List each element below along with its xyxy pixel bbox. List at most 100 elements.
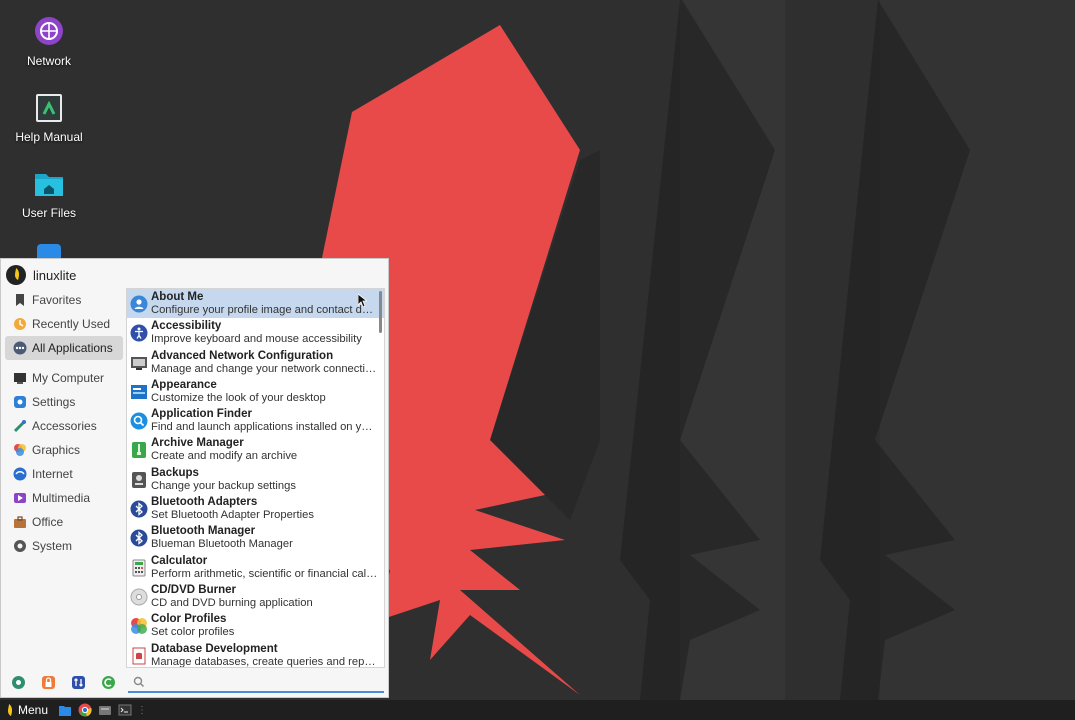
desktop-icon-network[interactable]: Network bbox=[8, 16, 90, 68]
app-item-application-finder[interactable]: Application Finder Find and launch appli… bbox=[127, 406, 384, 435]
color-profile-icon bbox=[131, 618, 147, 635]
book-icon bbox=[36, 94, 62, 122]
terminal-icon[interactable] bbox=[118, 703, 132, 717]
category-label: Graphics bbox=[32, 443, 81, 457]
app-item-calculator[interactable]: Calculator Perform arithmetic, scientifi… bbox=[127, 553, 384, 582]
app-description: Create and modify an archive bbox=[151, 450, 298, 463]
app-name: Calculator bbox=[151, 554, 208, 567]
desktop-icon-label: User Files bbox=[21, 206, 76, 220]
app-name: Backups bbox=[151, 466, 199, 479]
settings-icon[interactable] bbox=[11, 675, 26, 690]
monitor-icon bbox=[14, 373, 26, 384]
drive-icon[interactable] bbox=[98, 703, 112, 717]
accessibility-icon bbox=[130, 324, 148, 342]
category-label: System bbox=[32, 539, 73, 553]
category-label: Office bbox=[32, 515, 64, 529]
app-description: Perform arithmetic, scientific or financ… bbox=[151, 567, 384, 580]
backup-icon bbox=[132, 471, 146, 488]
menu-action-buttons bbox=[11, 675, 116, 690]
user-icon bbox=[130, 295, 148, 313]
category-my-computer[interactable]: My Computer bbox=[5, 366, 123, 390]
app-description: Improve keyboard and mouse accessibility bbox=[151, 333, 362, 346]
menu-button-label: Menu bbox=[18, 703, 49, 717]
category-recently-used[interactable]: Recently Used bbox=[5, 312, 123, 336]
category-all-applications[interactable]: All Applications bbox=[5, 336, 123, 360]
app-description: Configure your profile image and contact… bbox=[151, 304, 384, 316]
desktop-icon-user-files[interactable]: User Files bbox=[8, 168, 90, 220]
search-input[interactable] bbox=[145, 674, 369, 690]
category-multimedia[interactable]: Multimedia bbox=[5, 486, 123, 510]
app-item-bluetooth-manager[interactable]: Bluetooth Manager Blueman Bluetooth Mana… bbox=[127, 523, 384, 552]
category-office[interactable]: Office bbox=[5, 510, 123, 534]
app-item-database-development[interactable]: Database Development Manage databases, c… bbox=[127, 641, 384, 668]
app-name: CD/DVD Burner bbox=[151, 583, 236, 596]
desktop-icon-help-manual[interactable]: Help Manual bbox=[8, 92, 90, 144]
category-favorites[interactable]: Favorites bbox=[5, 288, 123, 312]
application-list-scrollbar[interactable] bbox=[379, 291, 382, 333]
category-label: Accessories bbox=[32, 419, 97, 433]
system-gear-icon bbox=[14, 540, 26, 552]
category-system[interactable]: System bbox=[5, 534, 123, 558]
panel-handle[interactable]: ⋮ bbox=[137, 705, 147, 716]
bluetooth-icon bbox=[130, 529, 148, 547]
category-label: Internet bbox=[32, 467, 73, 481]
app-name: Bluetooth Adapters bbox=[151, 496, 258, 509]
app-name: Database Development bbox=[151, 642, 278, 655]
desktop-icon-label: Network bbox=[26, 54, 71, 68]
app-description: Set color profiles bbox=[151, 626, 235, 639]
apps-icon bbox=[13, 341, 27, 355]
app-item-appearance[interactable]: Appearance Customize the look of your de… bbox=[127, 377, 384, 406]
globe-icon bbox=[35, 17, 63, 45]
appearance-icon bbox=[131, 384, 147, 399]
menu-search-field bbox=[128, 673, 384, 693]
app-description: CD and DVD burning application bbox=[151, 596, 313, 609]
app-item-backups[interactable]: Backups Change your backup settings bbox=[127, 465, 384, 494]
logout-icon[interactable] bbox=[101, 675, 116, 690]
user-avatar-icon bbox=[6, 265, 26, 285]
search-icon bbox=[133, 676, 145, 688]
graphics-icon bbox=[14, 444, 26, 456]
category-label: All Applications bbox=[32, 341, 113, 355]
category-accessories[interactable]: Accessories bbox=[5, 414, 123, 438]
gear-icon bbox=[14, 396, 26, 408]
taskbar: Menu ⋮ bbox=[0, 700, 1075, 720]
category-internet[interactable]: Internet bbox=[5, 462, 123, 486]
category-label: Settings bbox=[32, 395, 76, 409]
finder-icon bbox=[130, 412, 148, 430]
menu-button[interactable]: Menu bbox=[0, 700, 52, 720]
app-item-cd-dvd-burner[interactable]: CD/DVD Burner CD and DVD burning applica… bbox=[127, 582, 384, 611]
multimedia-icon bbox=[14, 493, 26, 503]
category-label: Favorites bbox=[32, 293, 82, 307]
app-name: About Me bbox=[151, 291, 204, 303]
app-item-archive-manager[interactable]: Archive Manager Create and modify an arc… bbox=[127, 435, 384, 464]
home-folder-icon bbox=[35, 174, 63, 196]
archive-icon bbox=[132, 442, 146, 459]
category-label: Multimedia bbox=[32, 491, 91, 505]
app-item-color-profiles[interactable]: Color Profiles Set color profiles bbox=[127, 611, 384, 640]
app-item-about-me[interactable]: About Me Configure your profile image an… bbox=[127, 289, 384, 319]
app-name: Accessibility bbox=[151, 320, 222, 333]
app-item-advanced-network-configuration[interactable]: Advanced Network Configuration Manage an… bbox=[127, 348, 384, 377]
switch-user-icon[interactable] bbox=[71, 675, 86, 690]
application-list[interactable]: About Me Configure your profile image an… bbox=[126, 288, 385, 668]
app-description: Manage and change your network connectio… bbox=[151, 362, 384, 375]
app-name: Appearance bbox=[151, 378, 217, 391]
chrome-icon[interactable] bbox=[78, 703, 92, 717]
app-description: Manage databases, create queries and rep… bbox=[151, 655, 384, 668]
file-manager-icon[interactable] bbox=[58, 703, 72, 717]
category-label: Recently Used bbox=[32, 317, 111, 331]
app-name: Advanced Network Configuration bbox=[151, 349, 334, 362]
calculator-icon bbox=[132, 559, 146, 577]
category-graphics[interactable]: Graphics bbox=[5, 438, 123, 462]
app-name: Archive Manager bbox=[151, 437, 244, 450]
app-item-accessibility[interactable]: Accessibility Improve keyboard and mouse… bbox=[127, 318, 384, 347]
application-menu: linuxlite Favorites Recently Used All Ap… bbox=[0, 258, 389, 698]
app-name: Color Profiles bbox=[151, 613, 227, 626]
category-settings[interactable]: Settings bbox=[5, 390, 123, 414]
app-item-bluetooth-adapters[interactable]: Bluetooth Adapters Set Bluetooth Adapter… bbox=[127, 494, 384, 523]
desktop-icon-partial[interactable] bbox=[37, 244, 61, 258]
app-description: Customize the look of your desktop bbox=[151, 391, 326, 404]
lock-icon[interactable] bbox=[41, 675, 56, 690]
bookmark-icon bbox=[16, 294, 24, 306]
briefcase-icon bbox=[14, 516, 26, 528]
